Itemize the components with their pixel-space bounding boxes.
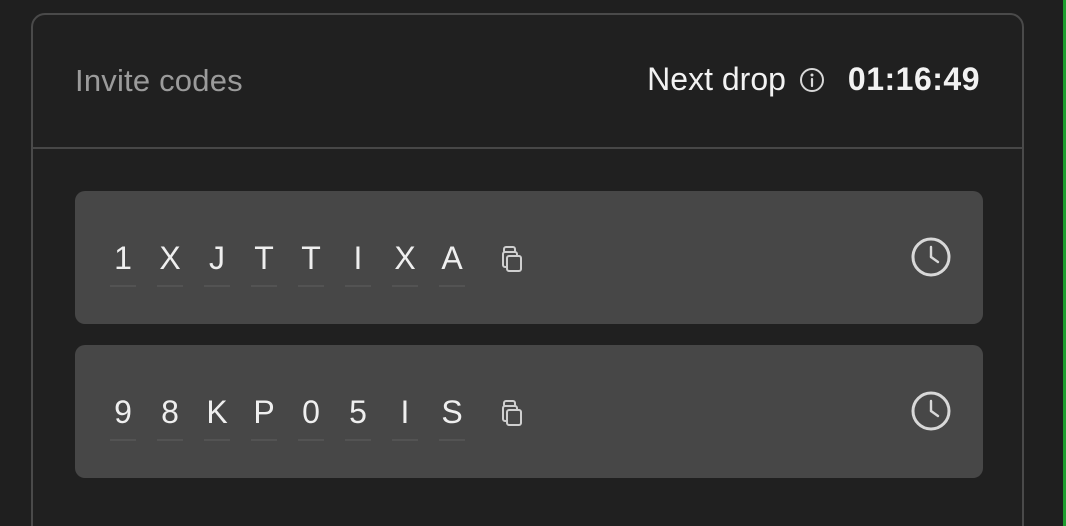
invite-codes-card: Invite codes Next drop 01:16:49 1 X J T (31, 13, 1024, 526)
code-char: I (387, 393, 423, 441)
card-header: Invite codes Next drop 01:16:49 (33, 15, 1022, 149)
code-char: 9 (105, 393, 141, 441)
code-char: P (246, 393, 282, 441)
code-char: J (199, 239, 235, 287)
copy-icon[interactable] (495, 396, 527, 428)
next-drop-timer: 01:16:49 (847, 61, 980, 97)
page: Invite codes Next drop 01:16:49 1 X J T (0, 0, 1066, 526)
code-char: 5 (340, 393, 376, 441)
card-title: Invite codes (75, 63, 243, 98)
code-char: A (434, 239, 470, 287)
next-drop-container: Next drop 01:16:49 (647, 61, 980, 98)
code-char: 8 (152, 393, 188, 441)
code-char: 1 (105, 239, 141, 287)
code-char: X (387, 239, 423, 287)
code-char: K (199, 393, 235, 441)
code-char: I (340, 239, 376, 287)
code-char: 0 (293, 393, 329, 441)
code-char: T (293, 239, 329, 287)
copy-icon[interactable] (495, 242, 527, 274)
invite-code-chars: 1 X J T T I X A (105, 239, 470, 287)
clock-icon[interactable] (909, 235, 953, 279)
invite-code-chars: 9 8 K P 0 5 I S (105, 393, 470, 441)
code-char: S (434, 393, 470, 441)
code-char: T (246, 239, 282, 287)
invite-code-row: 1 X J T T I X A (75, 191, 983, 324)
invite-code-row: 9 8 K P 0 5 I S (75, 345, 983, 478)
next-drop-label: Next drop (647, 61, 786, 97)
info-icon[interactable] (798, 66, 826, 94)
code-char: X (152, 239, 188, 287)
clock-icon[interactable] (909, 389, 953, 433)
